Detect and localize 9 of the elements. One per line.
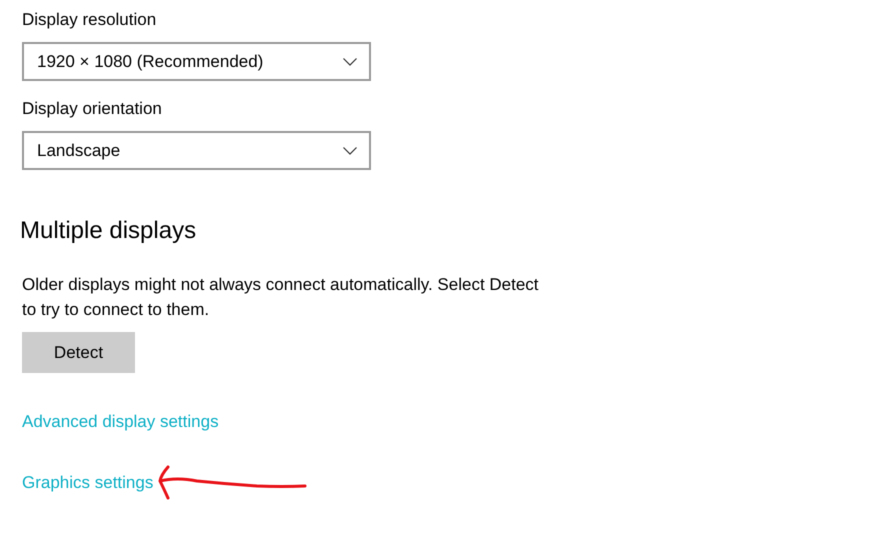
chevron-down-icon — [343, 58, 357, 66]
section-heading: Multiple displays — [20, 216, 196, 246]
dropdown-label: Display resolution — [22, 9, 156, 31]
dropdown[interactable]: 1920 × 1080 (Recommended) — [22, 42, 371, 81]
dropdown[interactable]: Landscape — [22, 131, 371, 170]
detect-button[interactable]: Detect — [22, 332, 135, 373]
description-text: Older displays might not always connect automatically. Select Detect to try to connect to them. — [22, 274, 540, 321]
chevron-down-icon — [343, 146, 357, 154]
dropdown-label: Display orientation — [22, 98, 162, 120]
